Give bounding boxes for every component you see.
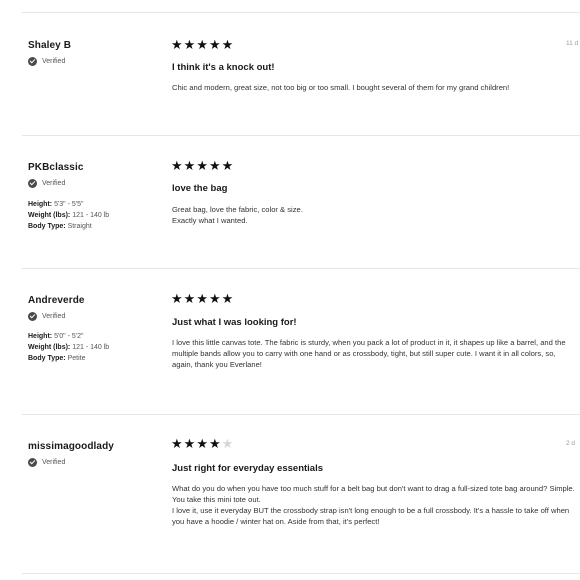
star-filled-icon: ★ <box>196 291 209 306</box>
review-title: love the bag <box>172 183 228 194</box>
review-date: 11 d <box>566 40 579 47</box>
top-divider <box>22 12 580 13</box>
star-filled-icon: ★ <box>171 37 184 52</box>
review-body: Chic and modern, great size, not too big… <box>172 83 510 92</box>
star-filled-icon: ★ <box>183 436 197 451</box>
star-empty-icon: ★ <box>221 436 235 451</box>
attribute-height: Height: 5'3" - 5'5" <box>28 201 84 208</box>
star-rating: ★★★★★ <box>171 159 234 172</box>
check-circle-icon <box>28 312 37 321</box>
star-rating: ★★★★★ <box>171 437 234 450</box>
reviewer-name: missimagoodlady <box>28 441 114 452</box>
attribute-weight: Weight (lbs): 121 - 140 lb <box>28 212 110 219</box>
star-filled-icon: ★ <box>171 291 184 306</box>
check-circle-icon <box>28 458 37 467</box>
reviewer-name: Shaley B <box>28 40 72 51</box>
check-circle-icon <box>28 179 37 188</box>
verified-label: Verified <box>42 180 66 187</box>
star-rating: ★★★★★ <box>171 38 234 51</box>
star-filled-icon: ★ <box>183 291 197 306</box>
star-filled-icon: ★ <box>196 158 209 173</box>
review-title: I think it's a knock out! <box>172 62 275 73</box>
star-filled-icon: ★ <box>171 158 184 173</box>
star-filled-icon: ★ <box>208 436 222 451</box>
reviewer-attributes: Height: 5'3" - 5'5" Weight (lbs): 121 - … <box>28 199 109 232</box>
reviewer-name: Andreverde <box>28 295 85 306</box>
star-filled-icon: ★ <box>208 291 222 306</box>
review-divider <box>22 135 580 136</box>
star-filled-icon: ★ <box>171 436 184 451</box>
attribute-body-type: Body Type: Straight <box>28 223 92 230</box>
review-divider <box>22 268 580 269</box>
review-divider <box>22 573 580 574</box>
review-body: Great bag, love the fabric, color & size… <box>172 205 303 225</box>
star-filled-icon: ★ <box>221 291 235 306</box>
reviewer-attributes: Height: 5'0" - 5'2" Weight (lbs): 121 - … <box>28 331 109 364</box>
star-filled-icon: ★ <box>221 37 235 52</box>
review-title: Just what I was looking for! <box>172 317 297 328</box>
check-circle-icon <box>28 57 37 66</box>
verified-badge: Verified <box>28 458 65 467</box>
attribute-height: Height: 5'0" - 5'2" <box>28 333 84 340</box>
star-filled-icon: ★ <box>208 37 222 52</box>
review-title: Just right for everyday essentials <box>172 463 324 474</box>
review-body: What do you do when you have too much st… <box>172 484 575 526</box>
star-filled-icon: ★ <box>196 37 209 52</box>
review-divider <box>22 414 580 415</box>
review-body: I love this little canvas tote. The fabr… <box>172 338 566 369</box>
attribute-weight: Weight (lbs): 121 - 140 lb <box>28 344 110 351</box>
star-rating: ★★★★★ <box>171 292 234 305</box>
star-filled-icon: ★ <box>221 158 235 173</box>
verified-badge: Verified <box>28 179 65 188</box>
verified-badge: Verified <box>28 57 65 66</box>
star-filled-icon: ★ <box>183 37 197 52</box>
star-filled-icon: ★ <box>208 158 222 173</box>
verified-label: Verified <box>42 58 66 65</box>
star-filled-icon: ★ <box>183 158 197 173</box>
reviewer-name: PKBclassic <box>28 162 84 173</box>
review-date: 2 d <box>566 440 576 447</box>
verified-label: Verified <box>42 459 66 466</box>
star-filled-icon: ★ <box>196 436 209 451</box>
verified-badge: Verified <box>28 312 65 321</box>
attribute-body-type: Body Type: Petite <box>28 355 86 362</box>
verified-label: Verified <box>42 313 66 320</box>
